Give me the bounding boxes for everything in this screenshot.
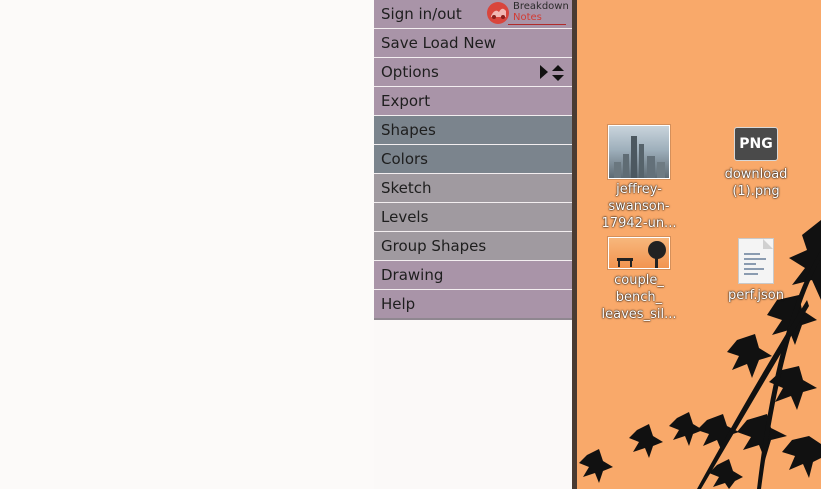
menu-item-label: Colors xyxy=(381,150,428,168)
menu-item-label: Shapes xyxy=(381,121,436,139)
breakdown-notes-logo: Breakdown Notes xyxy=(486,0,569,26)
menu-item-label: Drawing xyxy=(381,266,444,284)
file-name-label: jeffrey- swanson- 17942-un... xyxy=(601,182,677,231)
menu-item-label: Group Shapes xyxy=(381,237,487,255)
desktop-background: jeffrey- swanson- 17942-un... PNG downlo… xyxy=(577,0,821,489)
file-name-label: couple_ bench_ leaves_sil... xyxy=(601,273,677,322)
menu-item-label: Sign in/out xyxy=(381,5,462,23)
menu-item-shapes[interactable]: Shapes xyxy=(374,116,572,145)
app-canvas[interactable] xyxy=(0,0,374,489)
menu-item-label: Levels xyxy=(381,208,429,226)
file-name-label: download (1).png xyxy=(724,167,788,199)
menu-item-help[interactable]: Help xyxy=(374,290,572,320)
menu-item-label: Options xyxy=(381,63,439,81)
main-menu: Sign in/out Breakdown Notes Save Load Ne… xyxy=(374,0,572,320)
menu-item-label: Sketch xyxy=(381,179,432,197)
menu-item-label: Help xyxy=(381,295,416,313)
menu-item-group-shapes[interactable]: Group Shapes xyxy=(374,232,572,261)
logo-text-breakdown: Breakdown xyxy=(513,1,569,12)
logo-underline xyxy=(508,24,566,25)
options-arrows-icon[interactable] xyxy=(539,62,569,84)
menu-item-label: Export xyxy=(381,92,431,110)
menu-item-colors[interactable]: Colors xyxy=(374,145,572,174)
image-thumbnail-icon xyxy=(608,237,670,269)
menu-item-sign-in-out[interactable]: Sign in/out Breakdown Notes xyxy=(374,0,572,29)
menu-item-export[interactable]: Export xyxy=(374,87,572,116)
file-name-label: perf.json xyxy=(728,288,784,303)
logo-icon xyxy=(487,2,509,24)
menu-item-options[interactable]: Options xyxy=(374,58,572,87)
image-thumbnail-icon xyxy=(608,125,670,179)
menu-item-sketch[interactable]: Sketch xyxy=(374,174,572,203)
menu-item-drawing[interactable]: Drawing xyxy=(374,261,572,290)
json-file-icon xyxy=(738,238,774,284)
menu-item-label: Save Load New xyxy=(381,34,497,52)
logo-text-notes: Notes xyxy=(513,12,542,23)
menu-item-save-load-new[interactable]: Save Load New xyxy=(374,29,572,58)
menu-item-levels[interactable]: Levels xyxy=(374,203,572,232)
png-file-icon: PNG xyxy=(734,127,778,161)
